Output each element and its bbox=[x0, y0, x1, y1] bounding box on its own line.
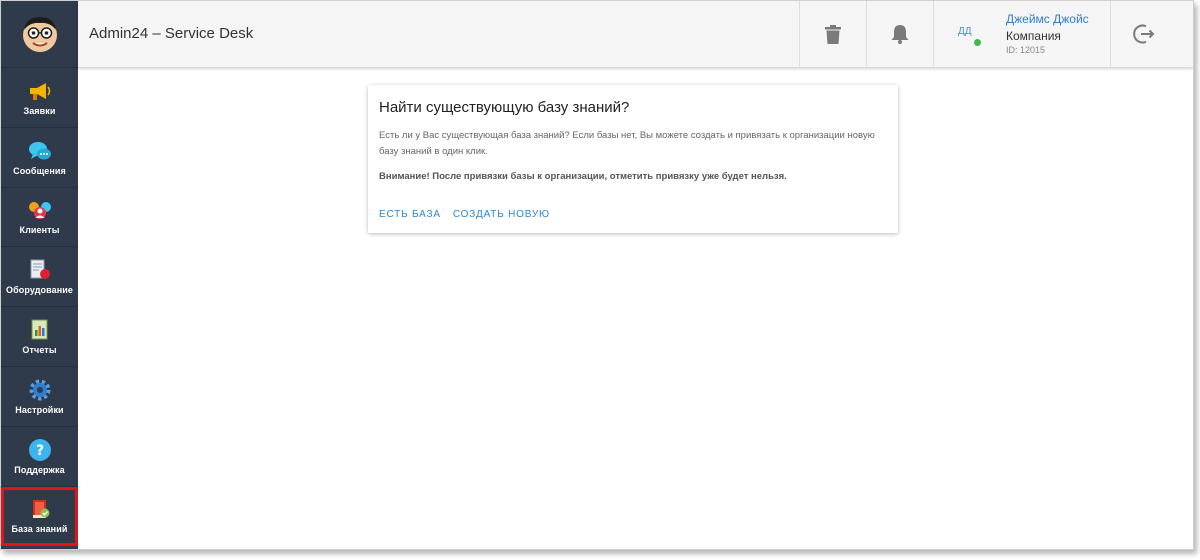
sidebar-item-label: Поддержка bbox=[14, 464, 65, 475]
existing-base-button[interactable]: ЕСТЬ БАЗА bbox=[379, 209, 441, 220]
user-name[interactable]: Джеймс Джойс bbox=[1006, 12, 1089, 26]
chat-bubbles-icon bbox=[28, 139, 52, 163]
sidebar-item-label: Заявки bbox=[23, 105, 56, 116]
help-icon: ? bbox=[28, 438, 52, 462]
trash-icon bbox=[825, 24, 841, 44]
dialog-description: Есть ли у Вас существующая база знаний? … bbox=[379, 130, 875, 157]
avatar-face-icon bbox=[22, 17, 57, 52]
sidebar-item-messages[interactable]: Сообщения bbox=[1, 128, 78, 188]
gear-icon bbox=[28, 378, 52, 402]
logout-button[interactable] bbox=[1110, 1, 1177, 67]
equipment-icon bbox=[28, 258, 52, 282]
user-company: Компания bbox=[1006, 29, 1061, 43]
trash-button[interactable] bbox=[799, 1, 866, 67]
sidebar-item-label: Отчеты bbox=[22, 345, 57, 356]
sidebar-item-label: Оборудование bbox=[5, 285, 74, 296]
bell-icon bbox=[891, 25, 909, 44]
sidebar-item-label: Настройки bbox=[15, 404, 64, 415]
knowledge-base-icon bbox=[28, 497, 52, 521]
sidebar-item-label: Клиенты bbox=[19, 225, 60, 236]
create-new-button[interactable]: СОЗДАТЬ НОВУЮ bbox=[453, 209, 550, 220]
sidebar-item-support[interactable]: ? Поддержка bbox=[1, 427, 78, 487]
online-status-dot bbox=[974, 39, 981, 46]
sidebar-item-knowledge-base[interactable]: База знаний bbox=[1, 486, 78, 547]
clients-icon bbox=[28, 198, 52, 222]
knowledge-base-dialog: Найти существующую базу знаний? Есть ли … bbox=[368, 85, 898, 233]
sidebar-item-clients[interactable]: Клиенты bbox=[1, 188, 78, 248]
sidebar-item-reports[interactable]: Отчеты bbox=[1, 307, 78, 367]
sidebar-item-equipment[interactable]: Оборудование bbox=[1, 247, 78, 308]
dialog-title: Найти существующую базу знаний? bbox=[379, 99, 630, 116]
svg-text:?: ? bbox=[35, 443, 43, 459]
dialog-warning: Внимание! После привязки базы к организа… bbox=[379, 171, 787, 182]
notifications-button[interactable] bbox=[866, 1, 933, 67]
user-id: ID: 12015 bbox=[1006, 45, 1046, 55]
sidebar-item-requests[interactable]: Заявки bbox=[1, 68, 78, 128]
app-window: Заявки Сообщения Клиенты Оборудование От… bbox=[0, 0, 1194, 550]
report-icon bbox=[28, 318, 52, 342]
user-profile[interactable]: ДД Джеймс Джойс Компания ID: 12015 bbox=[933, 1, 1110, 67]
dialog-actions: ЕСТЬ БАЗА СОЗДАТЬ НОВУЮ bbox=[379, 209, 550, 220]
sidebar-item-settings[interactable]: Настройки bbox=[1, 367, 78, 427]
top-bar: Admin24 – Service Desk ДД Джеймс Джойс К… bbox=[78, 1, 1193, 68]
sidebar-item-label: База знаний bbox=[11, 524, 68, 535]
megaphone-icon bbox=[28, 79, 52, 103]
sidebar-item-label: Сообщения bbox=[13, 165, 66, 176]
sidebar: Заявки Сообщения Клиенты Оборудование От… bbox=[1, 1, 78, 549]
logout-icon bbox=[1133, 24, 1155, 44]
app-title: Admin24 – Service Desk bbox=[89, 25, 254, 42]
logo[interactable] bbox=[1, 1, 78, 68]
